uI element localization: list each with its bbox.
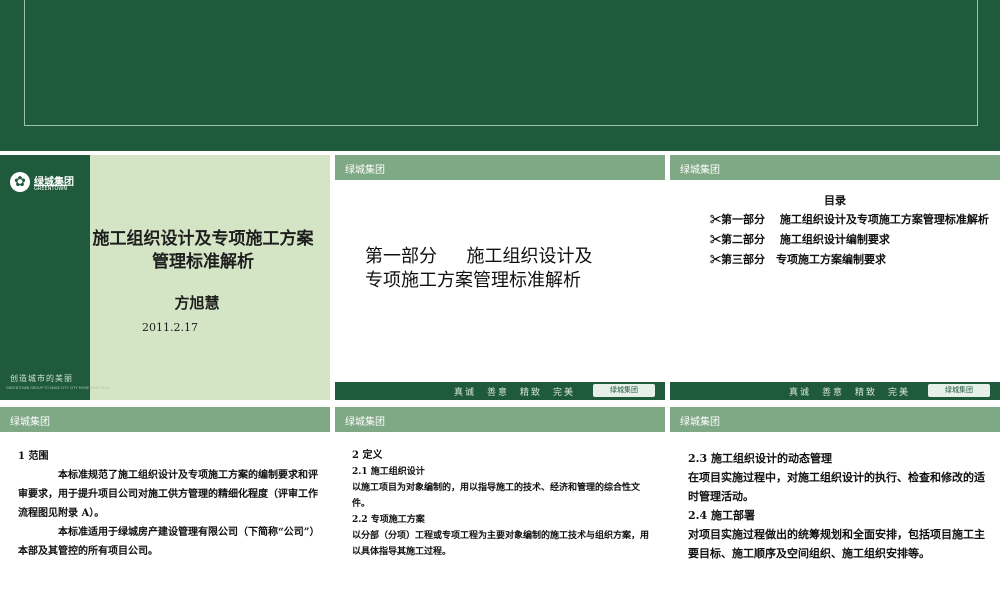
slide-header: 绿城集团: [335, 155, 665, 180]
logo-mark-icon: ✿: [10, 172, 30, 192]
footer-motto: 真诚 善意 精致 完美: [453, 388, 575, 398]
header-brand: 绿城集团: [10, 417, 50, 428]
logo-text-en: GREENTOWN: [34, 185, 68, 192]
slide-footer: 真诚 善意 精致 完美 绿城集团: [670, 382, 1000, 400]
paragraph: 以施工项目为对象编制的，用以指导施工的技术、经济和管理的综合性文件。: [352, 483, 641, 509]
slide-header: 绿城集团: [0, 407, 330, 432]
subsection-title: 2.1 施工组织设计: [352, 467, 425, 477]
slide-body: 1 范围 本标准规范了施工组织设计及专项施工方案的编制要求和评审要求，用于提升项…: [18, 447, 318, 561]
toc-item: ✂第二部分 施工组织设计编制要求: [710, 233, 890, 246]
subsection-title: 2.3 施工组织设计的动态管理: [688, 452, 832, 465]
slide-thumbnail-5[interactable]: 绿城集团 2 定义 2.1 施工组织设计 以施工项目为对象编制的，用以指导施工的…: [335, 407, 665, 600]
section-heading: 1 范围: [18, 451, 49, 462]
slide-footer: 真诚 善意 精致 完美 绿城集团: [335, 382, 665, 400]
header-brand: 绿城集团: [680, 165, 720, 176]
paragraph: 本标准规范了施工组织设计及专项施工方案的编制要求和评审要求，用于提升项目公司对施…: [18, 470, 318, 519]
slide-header: 绿城集团: [335, 407, 665, 432]
part-heading: 第一部分 施工组织设计及 专项施工方案管理标准解析: [365, 246, 593, 291]
slide-title: 施工组织设计及专项施工方案 管理标准解析: [82, 228, 324, 274]
slide-body: 2.3 施工组织设计的动态管理 在项目实施过程中，对施工组织设计的执行、检查和修…: [688, 449, 993, 563]
toc-title: 目录: [824, 194, 846, 207]
slide-header: 绿城集团: [670, 155, 1000, 180]
slide-body: 2 定义 2.1 施工组织设计 以施工项目为对象编制的，用以指导施工的技术、经济…: [352, 448, 657, 560]
presentation-date: 2011.2.17: [142, 321, 198, 334]
header-brand: 绿城集团: [345, 165, 385, 176]
footer-logo: 绿城集团: [593, 384, 655, 397]
author-name: 方旭慧: [174, 294, 220, 312]
greentown-logo: ✿ 绿城集团 GREENTOWN: [10, 172, 78, 194]
paragraph: 对项目实施过程做出的统筹规划和全面安排，包括项目施工主要目标、施工顺序及空间组织…: [688, 528, 985, 560]
subsection-title: 2.2 专项施工方案: [352, 515, 425, 525]
slide-thumbnail-1[interactable]: ✿ 绿城集团 GREENTOWN 创造城市的美丽 GREENTOWN GROUP…: [0, 155, 330, 400]
slide-sidebar: ✿ 绿城集团 GREENTOWN 创造城市的美丽 GREENTOWN GROUP…: [0, 155, 110, 400]
toc-list: ✂第一部分 施工组织设计及专项施工方案管理标准解析 ✂第二部分 施工组织设计编制…: [692, 210, 992, 270]
subsection-title: 2.4 施工部署: [688, 509, 755, 522]
slogan-en: GREENTOWN GROUP TO MAKE CITY CITY MORE B…: [6, 386, 110, 390]
section-heading: 2 定义: [352, 450, 383, 461]
paragraph: 本标准适用于绿城房产建设管理有限公司（下简称“公司”）本部及其管控的所有项目公司…: [18, 527, 315, 557]
title-line-2: 管理标准解析: [152, 252, 254, 272]
slogan: 创造城市的美丽: [10, 374, 73, 383]
toc-item: ✂第一部分 施工组织设计及专项施工方案管理标准解析: [710, 213, 989, 226]
header-brand: 绿城集团: [345, 417, 385, 428]
slide-header: 绿城集团: [670, 407, 1000, 432]
slide-thumbnail-6[interactable]: 绿城集团 2.3 施工组织设计的动态管理 在项目实施过程中，对施工组织设计的执行…: [670, 407, 1000, 600]
header-brand: 绿城集团: [680, 417, 720, 428]
slide-thumbnail-3[interactable]: 绿城集团 目录 ✂第一部分 施工组织设计及专项施工方案管理标准解析 ✂第二部分 …: [670, 155, 1000, 400]
banner-frame: [24, 0, 978, 126]
paragraph: 以分部（分项）工程或专项工程为主要对象编制的施工技术与组织方案，用以具体指导其施…: [352, 531, 650, 557]
footer-motto: 真诚 善意 精致 完美: [788, 388, 910, 398]
paragraph: 在项目实施过程中，对施工组织设计的执行、检查和修改的适时管理活动。: [688, 471, 985, 503]
slide-thumbnail-2[interactable]: 绿城集团 第一部分 施工组织设计及 专项施工方案管理标准解析 真诚 善意 精致 …: [335, 155, 665, 400]
footer-logo: 绿城集团: [928, 384, 990, 397]
title-line-1: 施工组织设计及专项施工方案: [92, 229, 314, 249]
toc-item: ✂第三部分 专项施工方案编制要求: [710, 253, 886, 266]
slide-thumbnail-4[interactable]: 绿城集团 1 范围 本标准规范了施工组织设计及专项施工方案的编制要求和评审要求，…: [0, 407, 330, 600]
top-banner: [0, 0, 1000, 151]
